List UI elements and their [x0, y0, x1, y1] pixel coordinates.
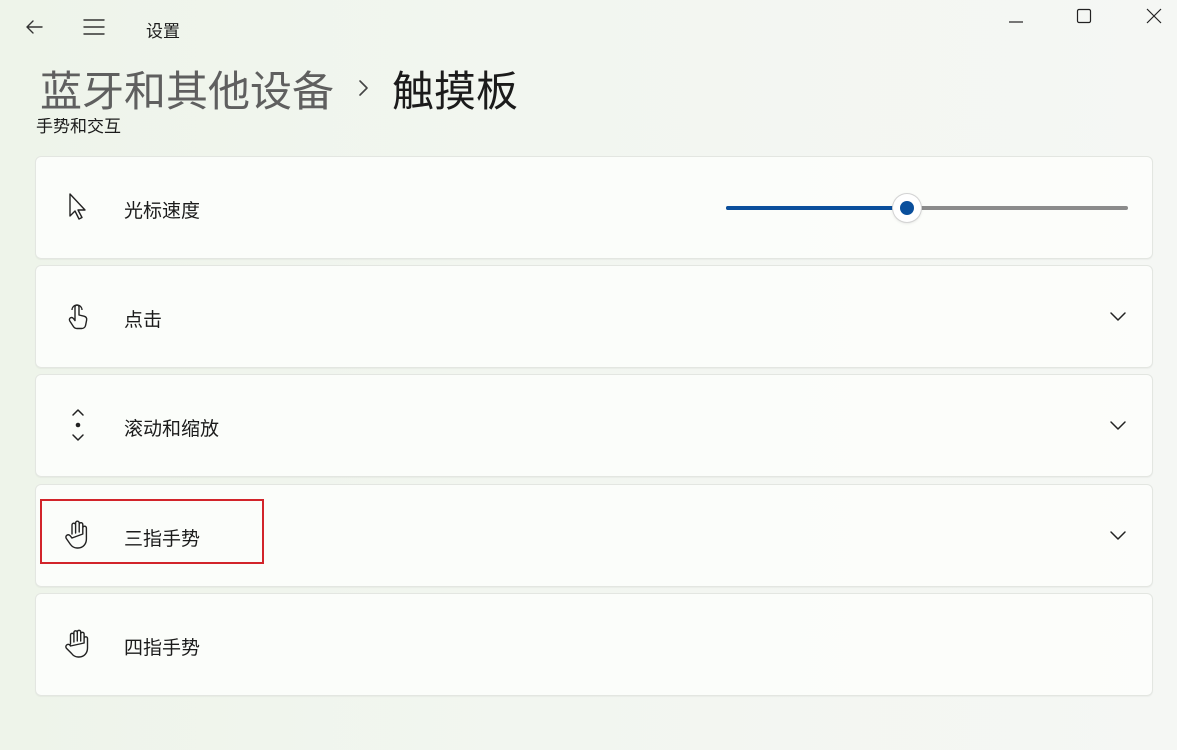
slider-thumb[interactable] — [892, 194, 921, 222]
breadcrumb: 蓝牙和其他设备 触摸板 — [40, 58, 518, 118]
tap-card[interactable]: 点击 — [35, 265, 1153, 368]
minimize-icon — [1009, 21, 1023, 23]
app-title: 设置 — [146, 22, 180, 42]
four-finger-hand-icon — [62, 628, 94, 660]
breadcrumb-parent-link[interactable]: 蓝牙和其他设备 — [40, 58, 334, 119]
chevron-right-icon — [358, 78, 370, 98]
title-bar: 设置 — [0, 0, 1177, 56]
chevron-down-icon[interactable] — [1106, 523, 1130, 547]
scroll-zoom-label: 滚动和缩放 — [124, 418, 220, 440]
cursor-speed-label: 光标速度 — [124, 200, 201, 222]
back-button[interactable] — [18, 11, 50, 43]
page-title: 触摸板 — [392, 66, 519, 116]
close-button[interactable] — [1131, 0, 1177, 32]
minimize-button[interactable] — [993, 0, 1039, 32]
navigation-menu-button[interactable] — [78, 11, 110, 43]
section-title: 手势和交互 — [36, 118, 121, 137]
scroll-zoom-card[interactable]: 滚动和缩放 — [35, 374, 1153, 477]
chevron-down-icon[interactable] — [1106, 304, 1130, 328]
three-finger-gestures-card[interactable]: 三指手势 — [35, 484, 1153, 587]
three-finger-gestures-label: 三指手势 — [124, 528, 201, 550]
tap-label: 点击 — [124, 309, 163, 331]
three-finger-hand-icon — [62, 519, 94, 551]
hamburger-menu-icon — [83, 19, 105, 35]
four-finger-gestures-card[interactable]: 四指手势 — [35, 593, 1153, 696]
scroll-icon — [62, 409, 94, 441]
back-arrow-icon — [26, 20, 43, 34]
tap-hand-icon — [62, 300, 94, 332]
four-finger-gestures-label: 四指手势 — [124, 637, 201, 659]
cursor-speed-card: 光标速度 — [35, 156, 1153, 259]
close-icon — [1146, 8, 1162, 24]
chevron-down-icon[interactable] — [1106, 413, 1130, 437]
slider-fill — [726, 206, 907, 210]
cursor-speed-slider[interactable] — [726, 192, 1128, 222]
maximize-button[interactable] — [1061, 0, 1107, 32]
maximize-icon — [1076, 8, 1092, 24]
pointer-icon — [62, 191, 94, 223]
